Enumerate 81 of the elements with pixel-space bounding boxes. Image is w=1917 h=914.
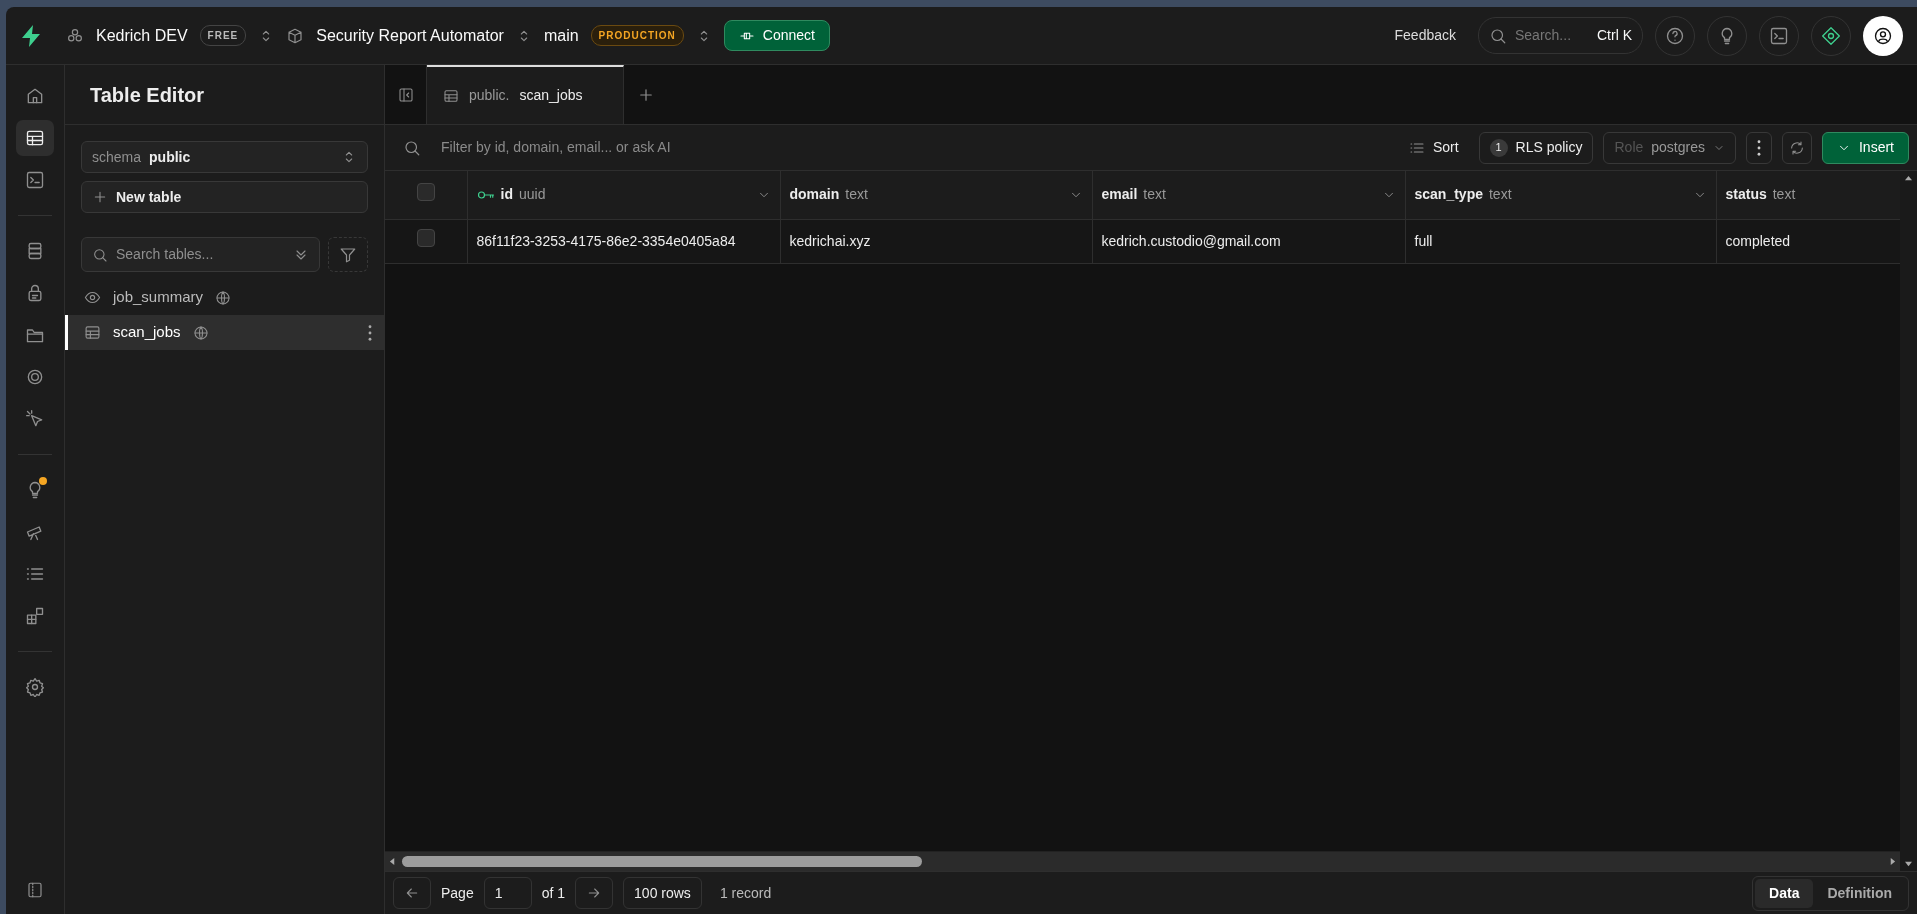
help-icon [1665, 25, 1685, 46]
avatar-icon [1873, 25, 1893, 46]
column-header[interactable]: status text [1716, 171, 1900, 219]
arrow-left-icon [404, 885, 420, 901]
table-list-item[interactable]: scan_jobs [65, 315, 384, 350]
more-icon [1757, 139, 1761, 156]
home-icon [25, 86, 45, 106]
table-cell: 86f11f23-3253-4175-86e2-3354e0405a84 [467, 219, 780, 263]
plan-badge: FREE [199, 25, 247, 46]
environment-badge: PRODUCTION [590, 25, 684, 46]
filter-field[interactable]: Filter by id, domain, email... or ask AI [441, 137, 671, 158]
filter-button[interactable] [328, 237, 368, 272]
avatar-button[interactable] [1863, 15, 1903, 56]
feedback-link[interactable]: Feedback [1394, 25, 1456, 46]
project-name[interactable]: Security Report Automator [316, 23, 504, 48]
column-header[interactable]: domain text [780, 171, 1092, 219]
record-count: 1 record [719, 883, 772, 903]
table-cell: completed [1716, 219, 1900, 263]
sidebar-icon [26, 881, 44, 899]
table-cell: full [1405, 219, 1716, 263]
rows-per-page-button[interactable]: 100 rows [623, 877, 702, 909]
search-icon [403, 138, 421, 157]
eye-icon [84, 289, 101, 306]
vertical-scrollbar[interactable] [1900, 171, 1917, 871]
gear-icon [25, 677, 45, 697]
branch-name[interactable]: main [543, 23, 579, 48]
organization-name[interactable]: Kedrich DEV [96, 23, 188, 48]
nav-table-item[interactable] [16, 120, 54, 156]
table-cell: kedrich.custodio@gmail.com [1092, 219, 1405, 263]
page-count: of 1 [541, 883, 566, 903]
column-header[interactable]: id uuid [467, 171, 780, 219]
select-all-checkbox[interactable] [416, 182, 435, 201]
filter-icon [339, 245, 357, 264]
connect-button[interactable]: Connect [723, 20, 830, 51]
page-field[interactable]: 1 [483, 877, 532, 909]
refresh-button[interactable] [1782, 131, 1812, 164]
terminal-icon [1769, 25, 1789, 46]
more-button[interactable] [1746, 131, 1772, 164]
table-list-item[interactable]: job_summary [65, 280, 384, 315]
search-icon [92, 246, 108, 263]
column-header[interactable]: email text [1092, 171, 1405, 219]
cursor-icon [25, 409, 45, 429]
more-icon[interactable] [368, 324, 372, 341]
scroll-right-icon[interactable] [1889, 858, 1896, 865]
table-cell: kedrichai.xyz [780, 219, 1092, 263]
rls-policy-button[interactable]: 1 RLS policy [1478, 131, 1594, 164]
table-tab[interactable]: public. scan_jobs [427, 65, 624, 124]
terminal-icon [25, 170, 45, 190]
table-search-field[interactable]: Search tables... [81, 237, 320, 272]
table-icon [84, 324, 101, 341]
panel-title: Table Editor [65, 65, 384, 125]
orbit-icon [25, 367, 45, 387]
refresh-icon [1789, 139, 1805, 156]
new-table-button[interactable]: New table [81, 181, 368, 213]
page-label: Page [441, 883, 474, 903]
globe-icon [192, 324, 209, 341]
table-icon [25, 128, 45, 148]
insert-button[interactable]: Insert [1822, 131, 1909, 164]
plus-icon [92, 189, 108, 205]
role-select[interactable]: Role postgres [1603, 131, 1736, 164]
count-badge: 1 [1489, 138, 1508, 157]
search-field[interactable]: Search... Ctrl K [1478, 17, 1643, 54]
table-icon [443, 87, 459, 104]
blocks-icon [25, 606, 45, 626]
view-toggle[interactable]: Definition [1813, 878, 1906, 908]
horizontal-scrollbar[interactable] [385, 851, 1900, 871]
globe-icon [215, 289, 232, 306]
sort-button[interactable]: Sort [1398, 131, 1469, 164]
scroll-down-icon[interactable] [1905, 860, 1912, 867]
shortcut-hint: Ctrl K [1597, 26, 1632, 45]
project-icon [286, 26, 305, 45]
column-header[interactable]: scan_type text [1405, 171, 1716, 219]
scroll-up-icon[interactable] [1905, 175, 1912, 182]
panel-icon [397, 86, 414, 103]
view-toggle[interactable]: Data [1755, 878, 1814, 908]
scroll-left-icon[interactable] [389, 858, 396, 865]
notification-dot [39, 477, 47, 485]
row-checkbox[interactable] [416, 229, 435, 247]
logo-icon[interactable] [20, 23, 42, 48]
schema-select[interactable]: schema public [81, 141, 368, 173]
search-icon [1489, 26, 1507, 45]
